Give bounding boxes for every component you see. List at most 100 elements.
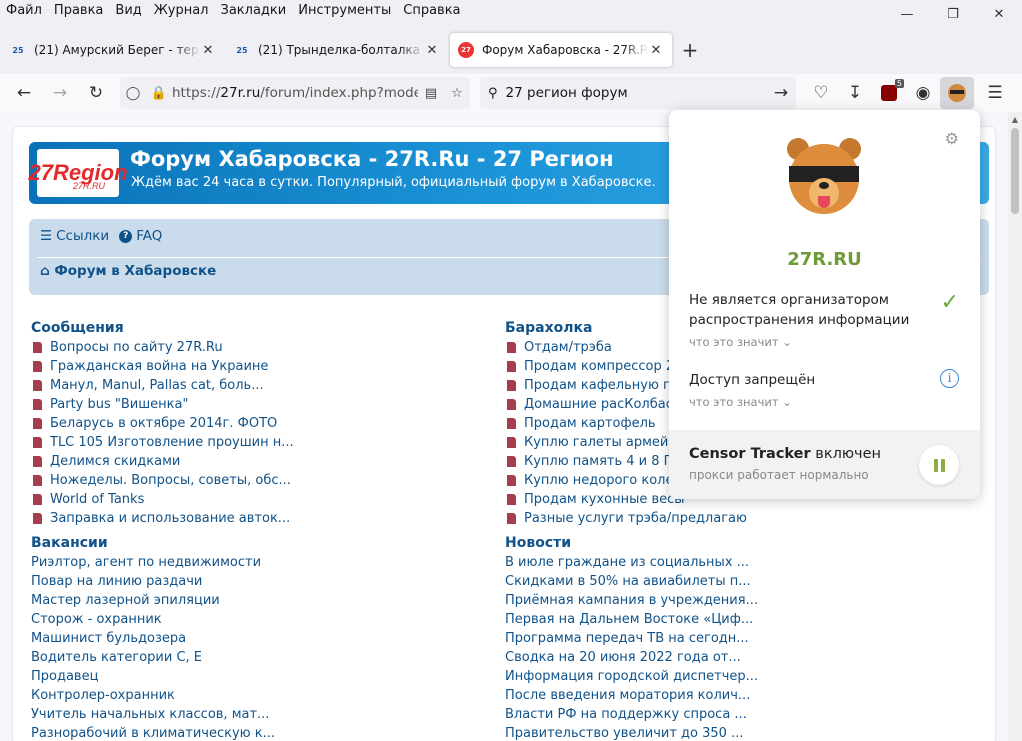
lock-icon[interactable]: 🔒: [146, 86, 172, 101]
menu-edit[interactable]: Правка: [48, 1, 109, 21]
topic-link[interactable]: Власти РФ на поддержку спроса ...: [505, 705, 945, 724]
topic-link[interactable]: Водитель категории С, Е: [31, 648, 471, 667]
topic-link[interactable]: Риэлтор, агент по недвижимости: [31, 553, 471, 572]
topic-link[interactable]: Повар на линию раздачи: [31, 572, 471, 591]
topic-title[interactable]: Правительство увеличит до 350 ...: [505, 724, 743, 741]
privacy-extension-icon[interactable]: ◉: [906, 77, 940, 109]
topic-link[interactable]: Разнорабочий в климатическую к...: [31, 724, 471, 741]
ublock-icon[interactable]: 5: [872, 77, 906, 109]
topic-title[interactable]: Разные услуги трэба/предлагаю: [524, 509, 747, 528]
topic-link[interactable]: Приёмная кампания в учреждения...: [505, 591, 945, 610]
topic-title[interactable]: Домашние расКолбасы: [524, 395, 683, 414]
topic-link[interactable]: Party bus "Вишенка": [31, 395, 471, 414]
bookmark-star-icon[interactable]: ☆: [444, 86, 470, 101]
url-text[interactable]: https://27r.ru/forum/index.php?mode: [172, 85, 418, 101]
new-tab-button[interactable]: +: [674, 34, 706, 66]
close-tab-icon[interactable]: ✕: [200, 43, 216, 58]
topic-link[interactable]: Разные услуги трэба/предлагаю: [505, 509, 945, 528]
topic-title[interactable]: Скидками в 50% на авиабилеты п...: [505, 572, 751, 591]
close-window-icon[interactable]: ✕: [976, 0, 1022, 28]
reader-view-icon[interactable]: ▤: [418, 86, 444, 101]
topic-link[interactable]: Заправка и использование авток...: [31, 509, 471, 528]
forum-section-title[interactable]: Сообщения: [31, 319, 471, 338]
topic-link[interactable]: Мастер лазерной эпиляции: [31, 591, 471, 610]
topic-title[interactable]: Сводка на 20 июня 2022 года от...: [505, 648, 741, 667]
topic-title[interactable]: Первая на Дальнем Востоке «Циф...: [505, 610, 753, 629]
url-bar[interactable]: ◯ 🔒 https://27r.ru/forum/index.php?mode …: [120, 77, 470, 109]
topic-link[interactable]: Первая на Дальнем Востоке «Циф...: [505, 610, 945, 629]
topic-link[interactable]: Сводка на 20 июня 2022 года от...: [505, 648, 945, 667]
site-logo[interactable]: 27Region 27R.RU: [28, 149, 128, 197]
topic-title[interactable]: Продам кухонные весы: [524, 490, 685, 509]
menu-help[interactable]: Справка: [397, 1, 466, 21]
back-button[interactable]: ←: [6, 77, 42, 109]
topic-link[interactable]: Программа передач ТВ на сегодн...: [505, 629, 945, 648]
topic-link[interactable]: Информация городской диспетчер...: [505, 667, 945, 686]
faq-link[interactable]: FAQ: [136, 228, 162, 244]
topic-title[interactable]: Заправка и использование авток...: [50, 509, 290, 528]
topic-title[interactable]: После введения моратория колич...: [505, 686, 750, 705]
topic-link[interactable]: Продавец: [31, 667, 471, 686]
topic-title[interactable]: Разнорабочий в климатическую к...: [31, 724, 275, 741]
topic-title[interactable]: Party bus "Вишенка": [50, 395, 188, 414]
close-tab-icon[interactable]: ✕: [424, 43, 440, 58]
search-go-icon[interactable]: →: [766, 77, 796, 109]
tab-amur[interactable]: 25 (21) Амурский Берег - террито ✕: [2, 33, 224, 67]
topic-title[interactable]: Риэлтор, агент по недвижимости: [31, 553, 261, 572]
topic-link[interactable]: Делимся скидками: [31, 452, 471, 471]
hamburger-menu-icon[interactable]: ☰: [978, 77, 1012, 109]
topic-title[interactable]: Продавец: [31, 667, 98, 686]
topic-title[interactable]: TLC 105 Изготовление проушин н...: [50, 433, 294, 452]
downloads-icon[interactable]: ↧: [838, 77, 872, 109]
forward-button[interactable]: →: [42, 77, 78, 109]
topic-title[interactable]: Делимся скидками: [50, 452, 180, 471]
topic-title[interactable]: Программа передач ТВ на сегодн...: [505, 629, 749, 648]
topic-title[interactable]: Манул, Manul, Pallas cat, боль...: [50, 376, 264, 395]
topic-link[interactable]: Скидками в 50% на авиабилеты п...: [505, 572, 945, 591]
topic-link[interactable]: После введения моратория колич...: [505, 686, 945, 705]
topic-title[interactable]: Отдам/трэба: [524, 338, 612, 357]
topic-title[interactable]: Гражданская война на Украине: [50, 357, 268, 376]
shield-icon[interactable]: ◯: [120, 86, 146, 101]
topic-link[interactable]: Вопросы по сайту 27R.Ru: [31, 338, 471, 357]
topic-title[interactable]: Куплю недорого колес: [524, 471, 681, 490]
topic-title[interactable]: Ножеделы. Вопросы, советы, обс...: [50, 471, 291, 490]
scroll-up-icon[interactable]: ▲: [1008, 112, 1022, 126]
topic-title[interactable]: Продам компрессор 22: [524, 357, 682, 376]
topic-link[interactable]: Манул, Manul, Pallas cat, боль...: [31, 376, 471, 395]
reload-button[interactable]: ↻: [78, 77, 114, 109]
menu-view[interactable]: Вид: [109, 1, 147, 21]
topic-link[interactable]: Учитель начальных классов, мат...: [31, 705, 471, 724]
topic-link[interactable]: World of Tanks: [31, 490, 471, 509]
minimize-icon[interactable]: —: [884, 0, 930, 28]
info-icon[interactable]: i: [940, 369, 959, 388]
topic-title[interactable]: Водитель категории С, Е: [31, 648, 202, 667]
what-does-it-mean-link[interactable]: что это значит ⌄: [689, 335, 961, 349]
breadcrumb[interactable]: Форум в Хабаровске: [54, 263, 216, 279]
topic-link[interactable]: TLC 105 Изготовление проушин н...: [31, 433, 471, 452]
menu-bookmarks[interactable]: Закладки: [215, 1, 293, 21]
scrollbar-thumb[interactable]: [1011, 128, 1019, 214]
topic-title[interactable]: Продам кафельную пли: [524, 376, 688, 395]
gear-icon[interactable]: ⚙: [945, 129, 959, 148]
topic-link[interactable]: Сторож - охранник: [31, 610, 471, 629]
forum-section-title[interactable]: Вакансии: [31, 534, 471, 553]
topic-title[interactable]: World of Tanks: [50, 490, 144, 509]
menu-file[interactable]: Файл: [0, 1, 48, 21]
topic-title[interactable]: Вопросы по сайту 27R.Ru: [50, 338, 223, 357]
topic-link[interactable]: Гражданская война на Украине: [31, 357, 471, 376]
search-bar[interactable]: ⚲ 27 регион форум →: [480, 77, 796, 109]
topic-title[interactable]: Приёмная кампания в учреждения...: [505, 591, 758, 610]
topic-link[interactable]: Машинист бульдозера: [31, 629, 471, 648]
close-tab-icon[interactable]: ✕: [648, 43, 664, 58]
pocket-icon[interactable]: ♡: [804, 77, 838, 109]
topic-title[interactable]: Куплю память 4 и 8 ГБ: [524, 452, 681, 471]
page-scrollbar[interactable]: ▲: [1008, 112, 1022, 741]
menu-tools[interactable]: Инструменты: [292, 1, 397, 21]
search-input[interactable]: 27 регион форум: [498, 85, 766, 101]
pause-button[interactable]: [919, 445, 959, 485]
topic-link[interactable]: В июле граждане из социальных ...: [505, 553, 945, 572]
maximize-icon[interactable]: ❐: [930, 0, 976, 28]
topic-title[interactable]: В июле граждане из социальных ...: [505, 553, 749, 572]
topic-link[interactable]: Ножеделы. Вопросы, советы, обс...: [31, 471, 471, 490]
